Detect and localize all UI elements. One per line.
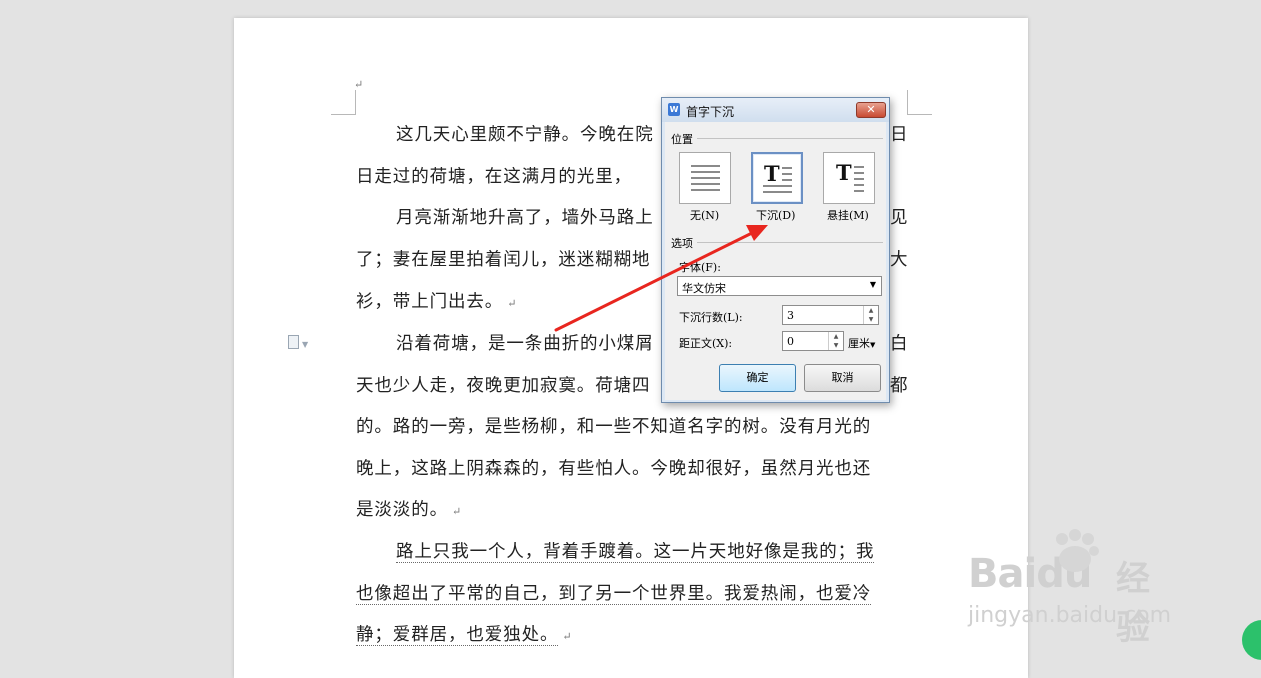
drop-lines-label: 下沉行数(L): [679, 311, 743, 324]
font-select[interactable]: 华文仿宋 ▼ [677, 276, 882, 296]
distance-label: 距正文(X): [679, 337, 733, 350]
font-label: 字体(F): [679, 261, 721, 274]
text-line: 是淡淡的。 ↵ [356, 500, 463, 520]
options-section-label: 选项 [671, 237, 693, 250]
text-line: 路上只我一个人，背着手踱着。这一片天地好像是我的；我 [396, 542, 875, 563]
chevron-down-icon: ▼ [869, 280, 876, 289]
green-badge-icon [1242, 620, 1261, 660]
app-icon: W [668, 103, 680, 116]
position-section-label: 位置 [671, 133, 693, 146]
unit-dropdown[interactable]: 厘米▼ [848, 335, 875, 351]
return-mark: ↵ [354, 78, 364, 91]
spinner-arrows-icon[interactable]: ▲ ▼ [828, 332, 843, 350]
text-fragment: 大 [890, 250, 909, 270]
dialog-title: 首字下沉 [686, 105, 735, 119]
separator [697, 242, 883, 243]
font-select-value: 华文仿宋 [682, 282, 726, 295]
margin-corner-top-right [907, 90, 932, 115]
position-none-label: 无(N) [690, 209, 720, 222]
position-none-button[interactable] [679, 152, 731, 204]
position-drop-label: 下沉(D) [756, 209, 796, 222]
paw-icon [1056, 529, 1099, 572]
drop-lines-value: 3 [787, 309, 794, 322]
drop-cap-dialog: W 首字下沉 ✕ [661, 97, 890, 403]
ok-button[interactable]: 确定 [719, 364, 796, 392]
dialog-titlebar[interactable]: W 首字下沉 ✕ [662, 98, 889, 122]
text-fragment: 见 [890, 208, 909, 228]
spinner-arrows-icon[interactable]: ▲ ▼ [863, 306, 878, 324]
text-fragment: 日 [890, 125, 909, 145]
position-hanging-button[interactable]: T [823, 152, 875, 204]
text-fragment: 都 [890, 376, 909, 396]
distance-spinner[interactable]: 0 ▲ ▼ [782, 331, 844, 351]
distance-value: 0 [787, 335, 794, 348]
separator [697, 138, 883, 139]
text-line: 的。路的一旁，是些杨柳，和一些不知道名字的树。没有月光的 [356, 417, 872, 437]
paragraph-handle-icon[interactable]: ▼ [288, 334, 316, 350]
text-line: 也像超出了平常的自己，到了另一个世界里。我爱热闹，也爱冷 [356, 584, 872, 605]
position-drop-button[interactable]: T [751, 152, 803, 204]
margin-corner-top-left [331, 90, 356, 115]
text-line: 晚上，这路上阴森森的，有些怕人。今晚却很好，虽然月光也还 [356, 459, 872, 479]
close-button[interactable]: ✕ [856, 102, 886, 118]
cancel-button[interactable]: 取消 [804, 364, 881, 392]
drop-lines-spinner[interactable]: 3 ▲ ▼ [782, 305, 879, 325]
watermark-brand-cn: 经验 [1116, 559, 1150, 648]
text-fragment: 白 [890, 334, 909, 354]
watermark-url: jingyan.baidu.com [968, 603, 1172, 628]
position-hanging-label: 悬挂(M) [827, 209, 869, 222]
text-line: 静；爱群居，也爱独处。 ↵ [356, 625, 573, 646]
